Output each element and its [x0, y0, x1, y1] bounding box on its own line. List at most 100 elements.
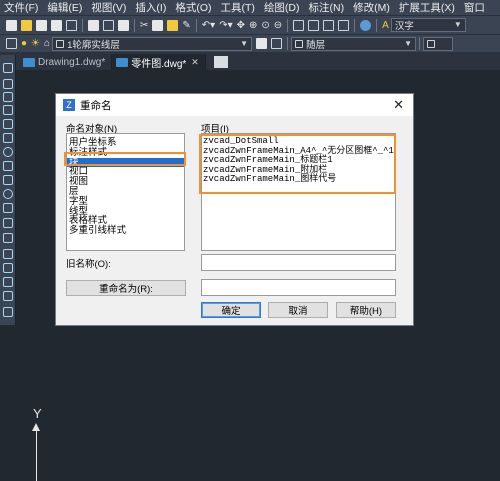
new-icon[interactable]: [6, 19, 17, 31]
toolbar-separator: [195, 18, 197, 32]
help-icon[interactable]: [360, 19, 372, 31]
layer-on-icon[interactable]: ●: [21, 38, 27, 49]
layer-combo[interactable]: 1轮廓实线层 ▼: [52, 36, 253, 51]
match-properties-icon[interactable]: ✎: [182, 20, 190, 31]
items-highlight-box: [199, 134, 396, 194]
preview-icon[interactable]: [66, 19, 77, 31]
toolbar-separator: [82, 18, 83, 32]
menu-tools[interactable]: 工具(T): [221, 0, 255, 15]
close-icon[interactable]: ✕: [393, 97, 404, 113]
linetype-swatch-icon: [427, 39, 436, 48]
open-icon[interactable]: [21, 19, 32, 31]
dialog-title: 重命名: [80, 99, 112, 112]
paste-icon[interactable]: [167, 19, 179, 31]
arc-icon[interactable]: [3, 92, 13, 102]
close-icon[interactable]: ✕: [191, 57, 199, 68]
toolbar-separator: [354, 18, 356, 32]
layer-lock-icon[interactable]: ⌂: [44, 38, 50, 49]
publish-icon[interactable]: [88, 19, 99, 31]
menu-edit[interactable]: 编辑(E): [47, 0, 82, 15]
cut-icon[interactable]: ✂: [140, 20, 148, 31]
properties-icon[interactable]: [293, 19, 305, 31]
polygon-icon[interactable]: [3, 105, 13, 115]
rename-to-field[interactable]: [201, 279, 396, 296]
export-icon[interactable]: [118, 19, 129, 31]
list-item[interactable]: 视图: [67, 177, 184, 187]
region-icon[interactable]: [3, 277, 13, 287]
ucs-y-label: Y: [33, 406, 42, 421]
redo-icon[interactable]: ↷▾: [219, 20, 232, 31]
cancel-button[interactable]: 取消: [268, 302, 328, 318]
menu-dimension[interactable]: 标注(N): [309, 0, 345, 15]
old-name-field[interactable]: [201, 254, 396, 271]
circle-icon[interactable]: [3, 147, 13, 157]
menu-bar: 文件(F) 编辑(E) 视图(V) 插入(I) 格式(O) 工具(T) 绘图(D…: [0, 0, 500, 15]
toolbar-separator: [287, 18, 289, 32]
tab-part-drawing[interactable]: 零件图.dwg* ✕: [112, 54, 206, 70]
tab-drawing1[interactable]: Drawing1.dwg*: [19, 54, 113, 70]
tab-label: 零件图.dwg*: [131, 58, 187, 70]
menu-file[interactable]: 文件(F): [4, 0, 38, 15]
layer-freeze-icon[interactable]: ☀: [31, 38, 40, 49]
color-combo[interactable]: 随层 ▼: [291, 36, 417, 51]
hatch-icon[interactable]: [3, 263, 13, 273]
menu-window[interactable]: 窗口: [464, 0, 485, 15]
design-center-icon[interactable]: [308, 19, 320, 31]
named-objects-list[interactable]: 用户坐标系 标注样式 块 视口 视图 层 字型 线型 表格样式 多重引线样式: [66, 133, 185, 251]
print-icon[interactable]: [51, 19, 62, 31]
make-block-icon[interactable]: [3, 233, 13, 243]
menu-modify[interactable]: 修改(M): [353, 0, 390, 15]
plot-icon[interactable]: [103, 19, 114, 31]
chevron-down-icon: ▼: [453, 20, 462, 29]
font-combo[interactable]: 汉字 ▼: [390, 18, 466, 32]
rename-to-button[interactable]: 重命名为(R):: [66, 280, 186, 296]
ok-button[interactable]: 确定: [201, 302, 261, 318]
tool-palettes-icon[interactable]: [323, 19, 335, 31]
text-style-icon: A: [382, 19, 389, 31]
point-icon[interactable]: [3, 249, 13, 259]
app-icon: Z: [63, 99, 75, 111]
table-icon[interactable]: [3, 291, 13, 301]
dialog-title-bar[interactable]: Z 重命名 ✕: [56, 94, 413, 116]
menu-extend-tools[interactable]: 扩展工具(X): [399, 0, 455, 15]
layer-toolbar: ● ☀ ⌂ 1轮廓实线层 ▼ 随层 ▼: [0, 34, 500, 52]
undo-icon[interactable]: ↶▾: [202, 20, 215, 31]
line-icon[interactable]: [3, 63, 13, 73]
make-current-layer-icon[interactable]: [256, 38, 268, 49]
new-tab-icon[interactable]: [213, 56, 228, 68]
layer-previous-icon[interactable]: [271, 38, 283, 49]
arc-icon[interactable]: [3, 133, 13, 143]
pan-icon[interactable]: ✥: [237, 20, 245, 31]
standard-toolbar: ✂ ✎ ↶▾ ↷▾ ✥ ⊕ ⊙ ⊖ A 汉字 ▼: [0, 15, 500, 34]
selection-highlight-box: [64, 152, 186, 166]
help-button[interactable]: 帮助(H): [336, 302, 396, 318]
save-icon[interactable]: [36, 19, 47, 31]
menu-insert[interactable]: 插入(I): [135, 0, 166, 15]
mtext-icon[interactable]: [3, 307, 13, 317]
menu-view[interactable]: 视图(V): [91, 0, 126, 15]
copy-icon[interactable]: [152, 19, 164, 31]
zoom-realtime-icon[interactable]: ⊕: [249, 20, 257, 31]
list-item[interactable]: 多重引线样式: [67, 226, 184, 236]
layer-color-icon: [56, 39, 65, 48]
ellipse-arc-icon[interactable]: [3, 203, 13, 213]
layer-manager-icon[interactable]: [6, 38, 17, 49]
spline-icon[interactable]: [3, 175, 13, 185]
zoom-window-icon[interactable]: ⊙: [261, 20, 269, 31]
dwg-file-icon: [116, 57, 129, 67]
draw-toolbar: [0, 55, 16, 325]
toolbar-separator: [287, 37, 289, 50]
ellipse-icon[interactable]: [3, 189, 13, 199]
menu-draw[interactable]: 绘图(D): [264, 0, 300, 15]
linetype-combo[interactable]: [423, 36, 454, 51]
zoom-previous-icon[interactable]: ⊖: [274, 20, 282, 31]
rectangle-icon[interactable]: [3, 119, 13, 129]
polyline-icon[interactable]: [3, 79, 13, 89]
dwg-file-icon: [23, 57, 35, 67]
insert-block-icon[interactable]: [3, 218, 13, 228]
calculator-icon[interactable]: [338, 19, 350, 31]
cloud-icon[interactable]: [3, 161, 13, 171]
toolbar-separator: [376, 18, 378, 32]
menu-format[interactable]: 格式(O): [175, 0, 211, 15]
font-combo-value: 汉字: [394, 21, 414, 32]
